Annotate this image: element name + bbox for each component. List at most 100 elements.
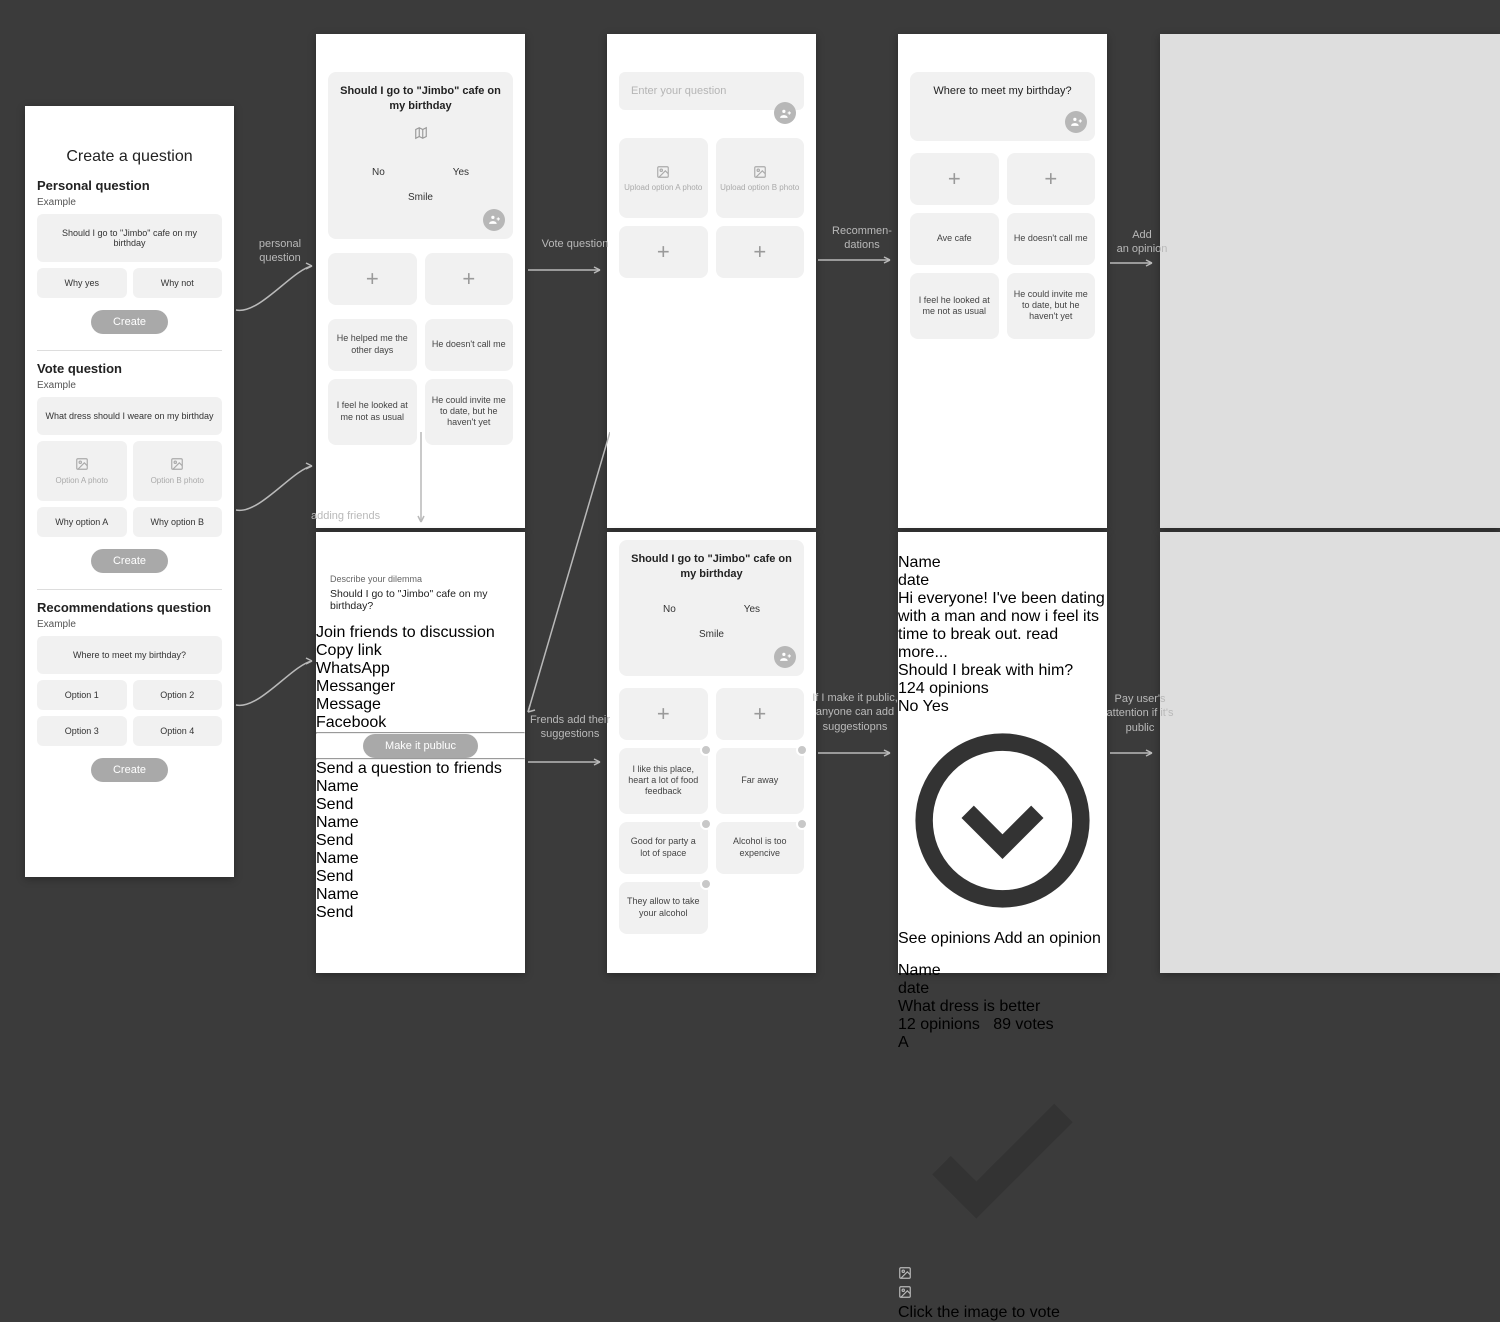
rec-question-chip[interactable]: Where to meet my birthday? xyxy=(37,636,222,674)
suggestion-tile[interactable]: I like this place, heart a lot of food f… xyxy=(619,748,708,814)
add-reason-tile[interactable]: + xyxy=(619,226,708,278)
screen-vote-question: Enter your question Upload option A phot… xyxy=(607,34,816,528)
divider xyxy=(37,350,222,351)
vote-image-b[interactable] xyxy=(898,1285,1107,1304)
opt-no[interactable]: No xyxy=(898,698,918,715)
reason-tile[interactable]: He doesn't call me xyxy=(425,319,514,371)
flow-arrow xyxy=(234,460,316,515)
opt-yes[interactable]: Yes xyxy=(923,698,949,715)
reason-tile[interactable]: He could invite me to date, but he haven… xyxy=(1007,273,1096,339)
flow-arrow xyxy=(234,260,316,315)
describe-text: Should I go to "Jimbo" cafe on my birthd… xyxy=(330,588,511,612)
rec-example-label: Example xyxy=(37,619,222,630)
vote-example-label: Example xyxy=(37,380,222,391)
add-friends-icon[interactable] xyxy=(1065,111,1087,133)
rec-opt-3[interactable]: Option 3 xyxy=(37,716,127,746)
reason-tile[interactable]: Ave cafe xyxy=(910,213,999,265)
divider xyxy=(37,589,222,590)
rec-opt-2[interactable]: Option 2 xyxy=(133,680,223,710)
feed-card-dress: What dress is better 12 opinions 89 vote… xyxy=(898,998,1107,1322)
add-reason-tile[interactable]: + xyxy=(1007,153,1096,205)
vote-opt-b[interactable]: Why option B xyxy=(133,507,223,537)
suggestion-tile[interactable]: Far away xyxy=(716,748,805,814)
badge-dot xyxy=(796,818,808,830)
question-title: Where to meet my birthday? xyxy=(920,84,1085,99)
vote-photo-a[interactable]: Option A photo xyxy=(37,441,127,501)
opt-yes[interactable]: Yes xyxy=(453,167,469,178)
vote-photo-a-label: Option A photo xyxy=(56,476,109,485)
personal-question-chip[interactable]: Should I go to "Jimbo" cafe on my birthd… xyxy=(37,214,222,262)
rec-create-button[interactable]: Create xyxy=(91,758,168,782)
screen-adding-friends: Describe your dilemma Should I go to "Ji… xyxy=(316,532,525,973)
ab-label: A xyxy=(898,1034,908,1051)
image-icon xyxy=(656,165,670,179)
question-card: Where to meet my birthday? xyxy=(910,72,1095,141)
opt-smile[interactable]: Smile xyxy=(338,192,503,203)
send-button[interactable]: Send xyxy=(316,868,525,886)
screen-public-feed: Namedate Hi everyone! I've been dating w… xyxy=(898,532,1107,973)
flow-arrow xyxy=(1110,748,1158,758)
add-friends-icon[interactable] xyxy=(774,102,796,124)
image-icon xyxy=(753,165,767,179)
opt-no[interactable]: No xyxy=(372,167,385,178)
make-public-button[interactable]: Make it publuc xyxy=(363,734,478,758)
rec-opt-4[interactable]: Option 4 xyxy=(133,716,223,746)
vote-photo-b[interactable]: Option B photo xyxy=(133,441,223,501)
card-sub: 12 opinions 89 votes xyxy=(898,1016,1107,1034)
vote-question-chip[interactable]: What dress should I weare on my birthday xyxy=(37,397,222,435)
reason-tile[interactable]: He doesn't call me xyxy=(1007,213,1096,265)
screen-create-question: Create a question Personal question Exam… xyxy=(25,106,234,877)
image-icon xyxy=(75,457,89,473)
personal-opt-a[interactable]: Why yes xyxy=(37,268,127,298)
screen-partial-top xyxy=(1160,34,1500,528)
opt-smile[interactable]: Smile xyxy=(629,629,794,640)
reason-tile[interactable]: He could invite me to date, but he haven… xyxy=(425,379,514,445)
badge-dot xyxy=(700,818,712,830)
question-input[interactable]: Enter your question xyxy=(619,72,804,110)
friend-row: NameSend xyxy=(316,814,525,850)
add-friends-icon[interactable] xyxy=(774,646,796,668)
upload-option-b[interactable]: Upload option B photo xyxy=(716,138,805,218)
flow-arrow xyxy=(416,432,426,530)
vote-image-a[interactable] xyxy=(898,1266,1107,1285)
personal-opt-b[interactable]: Why not xyxy=(133,268,223,298)
friend-row: NameSend xyxy=(316,778,525,814)
rec-opt-1[interactable]: Option 1 xyxy=(37,680,127,710)
upload-option-a[interactable]: Upload option A photo xyxy=(619,138,708,218)
send-button[interactable]: Send xyxy=(316,796,525,814)
screen-friends-suggestions: Should I go to "Jimbo" cafe on my birthd… xyxy=(607,532,816,973)
add-reason-tile[interactable]: + xyxy=(328,253,417,305)
add-reason-tile[interactable]: + xyxy=(716,688,805,740)
share-label: Message xyxy=(316,696,525,714)
vote-opt-a[interactable]: Why option A xyxy=(37,507,127,537)
add-reason-tile[interactable]: + xyxy=(619,688,708,740)
opt-yes[interactable]: Yes xyxy=(744,604,760,615)
add-opinion-link[interactable]: Add an opinion xyxy=(994,930,1101,947)
badge-dot xyxy=(700,744,712,756)
add-reason-tile[interactable]: + xyxy=(910,153,999,205)
suggestion-tile[interactable]: Alcohol is too expencive xyxy=(716,822,805,874)
reason-tile[interactable]: I feel he looked at me not as usual xyxy=(328,379,417,445)
upload-a-label: Upload option A photo xyxy=(624,183,702,192)
flow-label-pay: Pay user's attention if it's public xyxy=(1100,692,1180,735)
user-date: date xyxy=(898,572,1107,590)
opt-no[interactable]: No xyxy=(663,604,676,615)
add-friends-icon[interactable] xyxy=(483,209,505,231)
reason-tile[interactable]: He helped me the other days xyxy=(328,319,417,371)
suggestion-tile[interactable]: They allow to take your alcohol xyxy=(619,882,708,934)
add-reason-tile[interactable]: + xyxy=(716,226,805,278)
suggestion-tile[interactable]: Good for party a lot of space xyxy=(619,822,708,874)
plus-icon: + xyxy=(366,265,379,293)
reason-tile[interactable]: I feel he looked at me not as usual xyxy=(910,273,999,339)
describe-label: Describe your dilemma xyxy=(330,574,511,584)
page-title: Create a question xyxy=(37,148,222,166)
send-button[interactable]: Send xyxy=(316,832,525,850)
share-label: Copy link xyxy=(316,642,525,660)
personal-create-button[interactable]: Create xyxy=(91,310,168,334)
flow-label-adding-friends: adding friends xyxy=(311,509,380,523)
send-button[interactable]: Send xyxy=(316,904,525,922)
user-name: Name xyxy=(898,962,1107,980)
question-card: Should I go to "Jimbo" cafe on my birthd… xyxy=(619,540,804,676)
vote-create-button[interactable]: Create xyxy=(91,549,168,573)
add-reason-tile[interactable]: + xyxy=(425,253,514,305)
